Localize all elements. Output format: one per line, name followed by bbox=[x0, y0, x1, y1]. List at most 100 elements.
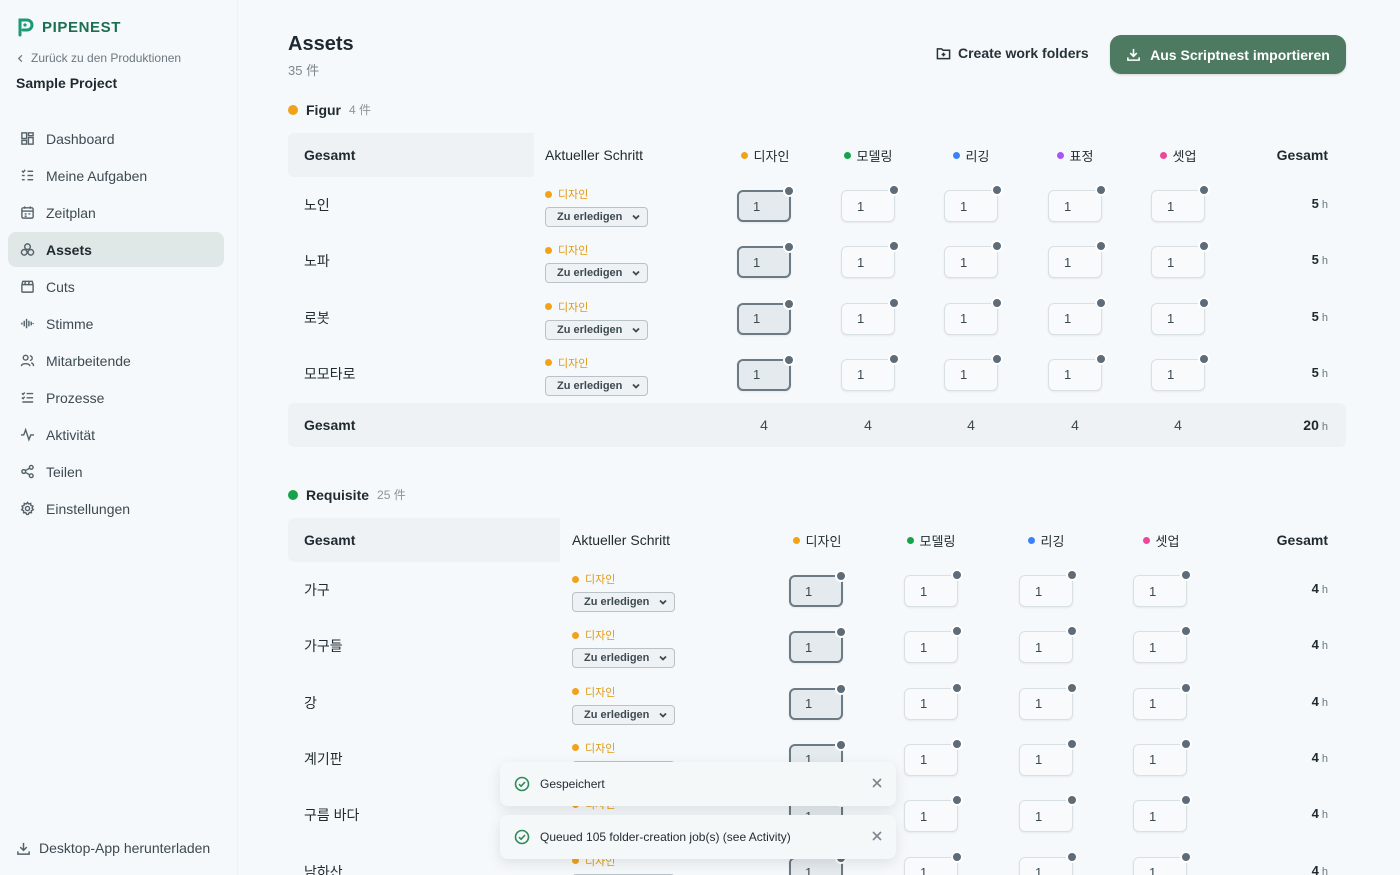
estimate-cell[interactable]: 1 bbox=[789, 851, 847, 875]
sidebar-item-teilen[interactable]: Teilen bbox=[8, 454, 224, 489]
cell-handle[interactable] bbox=[835, 570, 847, 582]
cell-handle[interactable] bbox=[783, 185, 795, 197]
download-desktop-app-link[interactable]: Desktop-App herunterladen bbox=[16, 840, 210, 856]
cell-handle[interactable] bbox=[1180, 569, 1192, 581]
cell-handle[interactable] bbox=[1180, 681, 1192, 694]
estimate-cell[interactable]: 1 bbox=[904, 681, 963, 720]
estimate-cell[interactable]: 1 bbox=[1048, 296, 1107, 335]
sidebar-item-cuts[interactable]: Cuts bbox=[8, 269, 224, 304]
cell-handle[interactable] bbox=[1198, 296, 1210, 309]
status-select[interactable]: Zu erledigen bbox=[545, 319, 648, 340]
create-work-folders-button[interactable]: Create work folders bbox=[936, 45, 1089, 61]
asset-name[interactable]: 가구 bbox=[304, 580, 330, 600]
cell-handle[interactable] bbox=[991, 184, 1003, 196]
cell-handle[interactable] bbox=[991, 296, 1003, 309]
cell-handle[interactable] bbox=[1180, 737, 1192, 750]
estimate-cell[interactable]: 1 bbox=[944, 184, 1003, 222]
cell-handle[interactable] bbox=[835, 738, 847, 751]
sidebar-item-zeitplan[interactable]: Zeitplan bbox=[8, 195, 224, 230]
cell-handle[interactable] bbox=[1095, 184, 1107, 196]
asset-name[interactable]: 노파 bbox=[304, 251, 330, 271]
sidebar-item-prozesse[interactable]: Prozesse bbox=[8, 380, 224, 415]
cell-handle[interactable] bbox=[888, 184, 900, 196]
cell-handle[interactable] bbox=[991, 352, 1003, 365]
estimate-cell[interactable]: 1 bbox=[1019, 569, 1078, 607]
estimate-cell[interactable]: 1 bbox=[1019, 737, 1078, 776]
cell-handle[interactable] bbox=[835, 626, 847, 639]
estimate-cell[interactable]: 1 bbox=[1133, 850, 1192, 875]
cell-handle[interactable] bbox=[783, 241, 795, 254]
asset-name[interactable]: 남하산 bbox=[304, 862, 343, 875]
estimate-cell[interactable]: 1 bbox=[1019, 625, 1078, 664]
sidebar-item-dashboard[interactable]: Dashboard bbox=[8, 121, 224, 156]
cell-handle[interactable] bbox=[783, 297, 795, 310]
estimate-cell[interactable]: 1 bbox=[944, 352, 1003, 391]
cell-handle[interactable] bbox=[951, 794, 963, 807]
cell-handle[interactable] bbox=[888, 240, 900, 253]
cell-handle[interactable] bbox=[1180, 850, 1192, 863]
cell-handle[interactable] bbox=[1066, 850, 1078, 863]
cell-handle[interactable] bbox=[1198, 184, 1210, 196]
cell-handle[interactable] bbox=[888, 352, 900, 365]
asset-name[interactable]: 로봇 bbox=[304, 308, 330, 328]
sidebar-item-meine-aufgaben[interactable]: Meine Aufgaben bbox=[8, 158, 224, 193]
estimate-cell[interactable]: 1 bbox=[737, 185, 795, 222]
estimate-cell[interactable]: 1 bbox=[841, 240, 900, 279]
cell-handle[interactable] bbox=[951, 569, 963, 581]
estimate-cell[interactable]: 1 bbox=[841, 184, 900, 222]
estimate-cell[interactable]: 1 bbox=[944, 296, 1003, 335]
estimate-cell[interactable]: 1 bbox=[1151, 240, 1210, 279]
estimate-cell[interactable]: 1 bbox=[1048, 240, 1107, 279]
estimate-cell[interactable]: 1 bbox=[737, 241, 795, 279]
cell-handle[interactable] bbox=[1066, 569, 1078, 581]
estimate-cell[interactable]: 1 bbox=[1133, 737, 1192, 776]
cell-handle[interactable] bbox=[1180, 794, 1192, 807]
estimate-cell[interactable]: 1 bbox=[1048, 184, 1107, 222]
cell-handle[interactable] bbox=[1198, 240, 1210, 253]
cell-handle[interactable] bbox=[1066, 625, 1078, 638]
status-select[interactable]: Zu erledigen bbox=[545, 263, 648, 284]
close-icon[interactable] bbox=[872, 830, 884, 842]
sidebar-item-mitarbeitende[interactable]: Mitarbeitende bbox=[8, 343, 224, 378]
status-select[interactable]: Zu erledigen bbox=[545, 207, 648, 227]
cell-handle[interactable] bbox=[1095, 352, 1107, 365]
estimate-cell[interactable]: 1 bbox=[1019, 794, 1078, 833]
status-select[interactable]: Zu erledigen bbox=[572, 648, 675, 669]
back-link[interactable]: Zurück zu den Produktionen bbox=[16, 51, 181, 65]
close-icon[interactable] bbox=[872, 777, 884, 789]
sidebar-item-assets[interactable]: Assets bbox=[8, 232, 224, 267]
estimate-cell[interactable]: 1 bbox=[1133, 569, 1192, 607]
cell-handle[interactable] bbox=[991, 240, 1003, 253]
estimate-cell[interactable]: 1 bbox=[841, 352, 900, 391]
cell-handle[interactable] bbox=[1198, 352, 1210, 365]
import-from-scriptnest-button[interactable]: Aus Scriptnest importieren bbox=[1110, 35, 1346, 74]
estimate-cell[interactable]: 1 bbox=[1151, 296, 1210, 335]
cell-handle[interactable] bbox=[783, 353, 795, 366]
estimate-cell[interactable]: 1 bbox=[904, 737, 963, 776]
cell-handle[interactable] bbox=[951, 850, 963, 863]
estimate-cell[interactable]: 1 bbox=[1019, 681, 1078, 720]
estimate-cell[interactable]: 1 bbox=[789, 682, 847, 720]
estimate-cell[interactable]: 1 bbox=[841, 296, 900, 335]
cell-handle[interactable] bbox=[951, 737, 963, 750]
estimate-cell[interactable]: 1 bbox=[904, 794, 963, 833]
estimate-cell[interactable]: 1 bbox=[737, 353, 795, 391]
cell-handle[interactable] bbox=[951, 681, 963, 694]
estimate-cell[interactable]: 1 bbox=[904, 850, 963, 875]
estimate-cell[interactable]: 1 bbox=[1048, 352, 1107, 391]
status-select[interactable]: Zu erledigen bbox=[545, 375, 648, 396]
estimate-cell[interactable]: 1 bbox=[944, 240, 1003, 279]
asset-name[interactable]: 노인 bbox=[304, 195, 330, 215]
estimate-cell[interactable]: 1 bbox=[1133, 625, 1192, 664]
cell-handle[interactable] bbox=[1095, 240, 1107, 253]
estimate-cell[interactable]: 1 bbox=[1133, 681, 1192, 720]
estimate-cell[interactable]: 1 bbox=[1151, 352, 1210, 391]
asset-name[interactable]: 모모타로 bbox=[304, 364, 356, 384]
estimate-cell[interactable]: 1 bbox=[1133, 794, 1192, 833]
cell-handle[interactable] bbox=[1066, 737, 1078, 750]
cell-handle[interactable] bbox=[951, 625, 963, 638]
cell-handle[interactable] bbox=[835, 682, 847, 695]
status-select[interactable]: Zu erledigen bbox=[572, 704, 675, 725]
asset-name[interactable]: 계기판 bbox=[304, 749, 343, 769]
brand[interactable]: PIPENEST bbox=[16, 17, 121, 37]
